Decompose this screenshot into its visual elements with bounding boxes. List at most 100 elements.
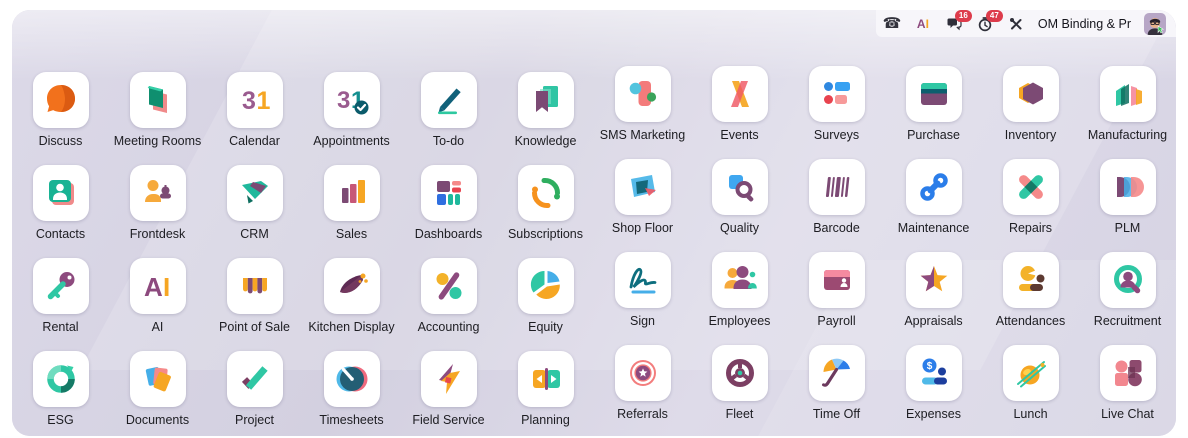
app-lunch[interactable]: Lunch (982, 345, 1079, 436)
app-maintenance[interactable]: Maintenance (885, 159, 982, 252)
app-purchase[interactable]: Purchase (885, 66, 982, 159)
app-subscriptions[interactable]: Subscriptions (497, 165, 594, 258)
maintenance-icon (906, 159, 962, 215)
app-equity[interactable]: Equity (497, 258, 594, 351)
app-plm[interactable]: PLM (1079, 159, 1176, 252)
svg-text:I: I (163, 272, 170, 302)
app-label: Frontdesk (130, 227, 186, 241)
app-events[interactable]: Events (691, 66, 788, 159)
svg-text:3: 3 (337, 87, 350, 114)
app-esg[interactable]: ESG (12, 351, 109, 436)
app-sales[interactable]: Sales (303, 165, 400, 258)
app-appraisals[interactable]: Appraisals (885, 252, 982, 345)
app-rental[interactable]: Rental (12, 258, 109, 351)
app-label: ESG (47, 413, 73, 427)
app-barcode[interactable]: Barcode (788, 159, 885, 252)
company-menu[interactable]: OM Binding & Pr (1038, 17, 1131, 31)
payroll-icon (809, 252, 865, 308)
app-label: Point of Sale (219, 320, 290, 334)
app-project[interactable]: Project (206, 351, 303, 436)
app-surveys[interactable]: Surveys (788, 66, 885, 159)
inventory-icon (1003, 66, 1059, 122)
app-label: Quality (720, 221, 759, 235)
app-planning[interactable]: Planning (497, 351, 594, 436)
project-icon (227, 351, 283, 407)
app-discuss[interactable]: Discuss (12, 72, 109, 165)
tools-icon[interactable] (1007, 15, 1025, 33)
user-avatar[interactable] (1144, 13, 1166, 35)
app-todo[interactable]: To-do (400, 72, 497, 165)
app-fleet[interactable]: Fleet (691, 345, 788, 436)
fleet-icon (712, 345, 768, 401)
app-knowledge[interactable]: Knowledge (497, 72, 594, 165)
svg-text:A: A (144, 272, 163, 302)
app-manufacturing[interactable]: Manufacturing (1079, 66, 1176, 159)
messages-icon[interactable]: 16 (945, 15, 963, 33)
svg-text:3: 3 (242, 87, 256, 115)
barcode-icon (809, 159, 865, 215)
app-live-chat[interactable]: Live Chat (1079, 345, 1176, 436)
app-repairs[interactable]: Repairs (982, 159, 1079, 252)
equity-icon (518, 258, 574, 314)
app-quality[interactable]: Quality (691, 159, 788, 252)
app-frontdesk[interactable]: Frontdesk (109, 165, 206, 258)
manufacturing-icon (1100, 66, 1156, 122)
app-label: Appointments (313, 134, 389, 148)
app-calendar[interactable]: 31 Calendar (206, 72, 303, 165)
app-sign[interactable]: Sign (594, 252, 691, 345)
app-expenses[interactable]: $ Expenses (885, 345, 982, 436)
app-label: Field Service (412, 413, 484, 427)
app-timesheets[interactable]: Timesheets (303, 351, 400, 436)
app-label: To-do (433, 134, 464, 148)
field-service-icon (421, 351, 477, 407)
app-label: Inventory (1005, 128, 1056, 142)
app-label: Attendances (996, 314, 1066, 328)
app-label: AI (152, 320, 164, 334)
contacts-icon (33, 165, 89, 221)
app-label: SMS Marketing (600, 128, 685, 142)
app-field-service[interactable]: Field Service (400, 351, 497, 436)
app-employees[interactable]: Employees (691, 252, 788, 345)
time-off-icon (809, 345, 865, 401)
app-attendances[interactable]: Attendances (982, 252, 1079, 345)
voip-phone-icon[interactable]: ☎ (883, 15, 901, 33)
app-referrals[interactable]: Referrals (594, 345, 691, 436)
app-label: Lunch (1013, 407, 1047, 421)
app-time-off[interactable]: Time Off (788, 345, 885, 436)
subscriptions-icon (518, 165, 574, 221)
app-sms-marketing[interactable]: SMS Marketing (594, 66, 691, 159)
app-point-of-sale[interactable]: Point of Sale (206, 258, 303, 351)
app-contacts[interactable]: Contacts (12, 165, 109, 258)
app-inventory[interactable]: Inventory (982, 66, 1079, 159)
app-label: Timesheets (319, 413, 383, 427)
app-payroll[interactable]: Payroll (788, 252, 885, 345)
app-documents[interactable]: Documents (109, 351, 206, 436)
svg-text:1: 1 (256, 87, 270, 115)
activities-icon[interactable]: 47 (976, 15, 994, 33)
app-label: Payroll (817, 314, 855, 328)
app-label: Dashboards (415, 227, 482, 241)
frontdesk-icon (130, 165, 186, 221)
todo-icon (421, 72, 477, 128)
recruitment-icon (1100, 252, 1156, 308)
app-crm[interactable]: CRM (206, 165, 303, 258)
app-appointments[interactable]: 31 Appointments (303, 72, 400, 165)
app-recruitment[interactable]: Recruitment (1079, 252, 1176, 345)
messages-badge: 16 (955, 10, 972, 22)
app-dashboards[interactable]: Dashboards (400, 165, 497, 258)
app-label: Repairs (1009, 221, 1052, 235)
ai-icon[interactable]: AI (914, 15, 932, 33)
app-meeting-rooms[interactable]: Meeting Rooms (109, 72, 206, 165)
app-accounting[interactable]: Accounting (400, 258, 497, 351)
app-ai[interactable]: AI AI (109, 258, 206, 351)
sms-marketing-icon (615, 66, 671, 122)
point-of-sale-icon (227, 258, 283, 314)
app-kitchen-display[interactable]: Kitchen Display (303, 258, 400, 351)
app-label: Surveys (814, 128, 859, 142)
app-label: Discuss (39, 134, 83, 148)
app-label: Project (235, 413, 274, 427)
app-shop-floor[interactable]: Shop Floor (594, 159, 691, 252)
activities-badge: 47 (986, 10, 1003, 22)
sign-icon (615, 252, 671, 308)
lunch-icon (1003, 345, 1059, 401)
